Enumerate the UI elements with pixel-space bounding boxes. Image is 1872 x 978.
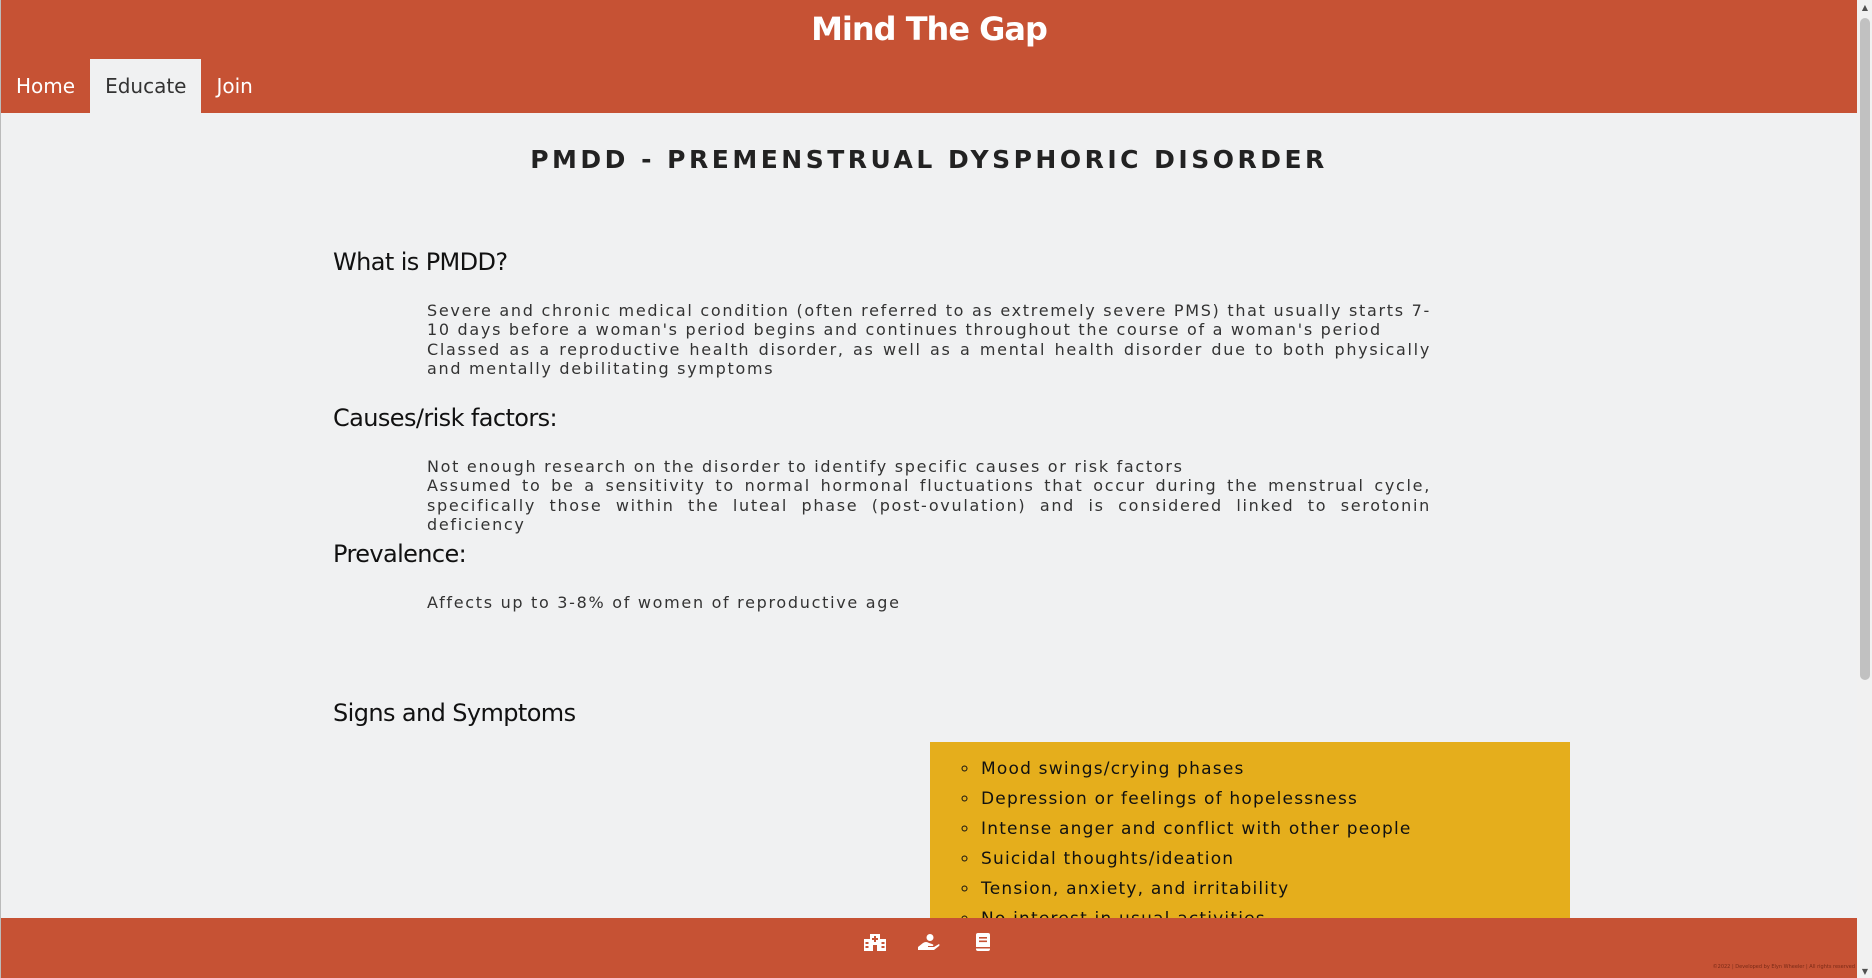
symptom-item: Depression or feelings of hopelessness: [979, 784, 1570, 814]
footer-icon-row: [1, 930, 1857, 954]
scrollbar-thumb[interactable]: [1860, 18, 1870, 680]
section-body-what-is: Severe and chronic medical condition (of…: [427, 301, 1431, 379]
main-content: PMDD - PREMENSTRUAL DYSPHORIC DISORDER W…: [1, 113, 1857, 918]
nav-home[interactable]: Home: [1, 59, 90, 113]
donate-hand-icon[interactable]: [917, 930, 941, 954]
paragraph: Affects up to 3-8% of women of reproduct…: [427, 593, 901, 612]
book-icon[interactable]: [971, 930, 995, 954]
scroll-down-icon[interactable]: ▼: [1857, 964, 1872, 978]
site-footer: ©2022 | Developed by Elyn Wheeler | All …: [1, 918, 1857, 978]
paragraph: Assumed to be a sensitivity to normal ho…: [427, 476, 1431, 535]
paragraph: Classed as a reproductive health disorde…: [427, 339, 1431, 379]
section-body-prevalence: Affects up to 3-8% of women of reproduct…: [427, 593, 1431, 612]
paragraph: Severe and chronic medical condition (of…: [427, 301, 1431, 340]
section-heading-what-is: What is PMDD?: [333, 248, 508, 276]
paragraph: Not enough research on the disorder to i…: [427, 457, 1184, 476]
symptom-item: Suicidal thoughts/ideation: [979, 844, 1570, 874]
section-heading-prevalence: Prevalence:: [333, 540, 467, 568]
nav-join[interactable]: Join: [201, 59, 267, 113]
symptom-item: No interest in usual activities: [979, 904, 1570, 918]
main-nav: Home Educate Join: [1, 59, 268, 113]
symptoms-list: Mood swings/crying phases Depression or …: [930, 742, 1570, 918]
site-header: Mind The Gap Home Educate Join: [1, 0, 1857, 113]
page: Mind The Gap Home Educate Join PMDD - PR…: [0, 0, 1872, 978]
symptom-item: Mood swings/crying phases: [979, 754, 1570, 784]
site-title: Mind The Gap: [811, 10, 1048, 48]
page-title: PMDD - PREMENSTRUAL DYSPHORIC DISORDER: [530, 144, 1328, 174]
vertical-scrollbar[interactable]: ▲ ▼: [1857, 0, 1872, 978]
nav-educate[interactable]: Educate: [90, 59, 202, 113]
section-heading-symptoms: Signs and Symptoms: [333, 699, 576, 727]
scroll-up-icon[interactable]: ▲: [1857, 0, 1872, 14]
section-heading-causes: Causes/risk factors:: [333, 404, 558, 432]
symptom-item: Intense anger and conflict with other pe…: [979, 814, 1570, 844]
hospital-icon[interactable]: [863, 930, 887, 954]
copyright-text: ©2022 | Developed by Elyn Wheeler | All …: [1712, 964, 1855, 970]
symptom-item: Tension, anxiety, and irritability: [979, 874, 1570, 904]
symptoms-box: Mood swings/crying phases Depression or …: [930, 742, 1570, 918]
section-body-causes: Not enough research on the disorder to i…: [427, 457, 1431, 535]
